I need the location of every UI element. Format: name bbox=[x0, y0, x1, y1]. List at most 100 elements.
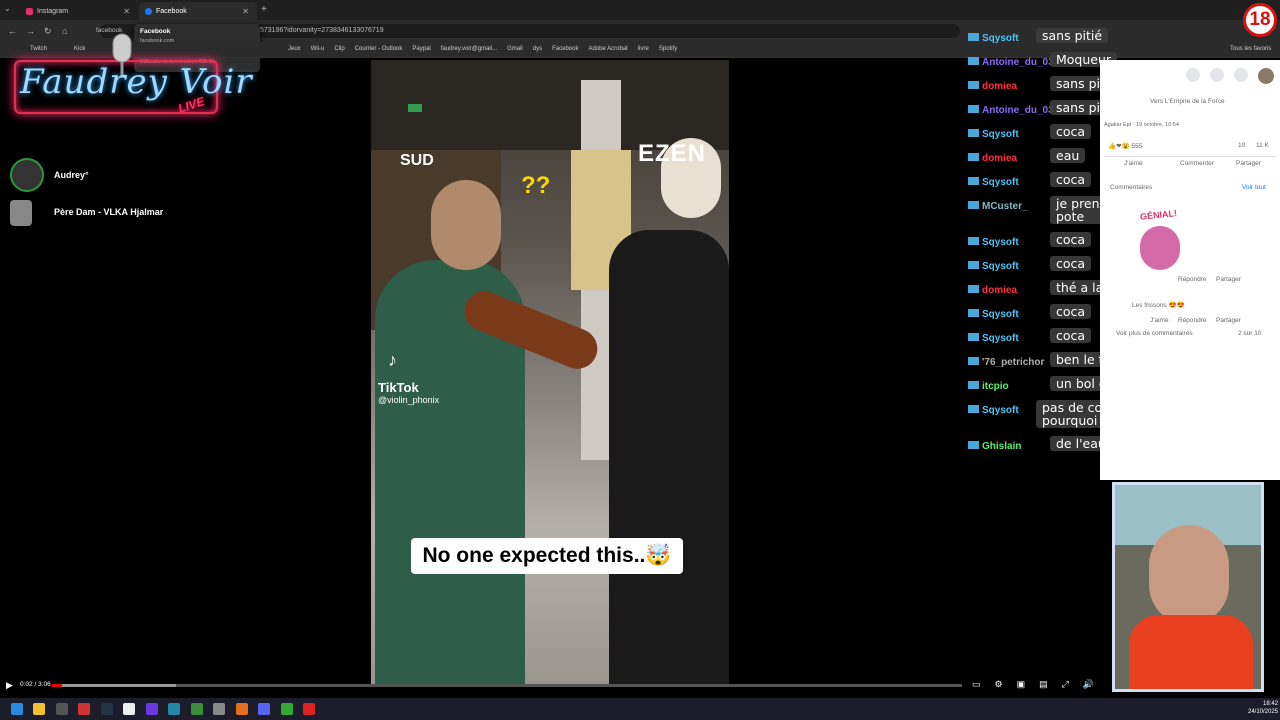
fb-sticker-image bbox=[1140, 226, 1180, 270]
tiktok-icon: ♪ bbox=[388, 350, 397, 370]
chat-message-text: sans pitié bbox=[1036, 28, 1109, 43]
tiktok-username: @violin_phonix bbox=[378, 395, 440, 405]
fb-sticker-text: GÉNIAL! bbox=[1139, 208, 1178, 222]
subtitles-icon[interactable]: ▭ bbox=[972, 679, 981, 690]
chat-badge-icon bbox=[968, 80, 979, 89]
bookmark-kick[interactable]: Kick bbox=[74, 46, 85, 52]
bookmark-adobe[interactable]: Adobe Acrobat bbox=[588, 46, 627, 52]
bookmark-facebook[interactable]: Facebook bbox=[552, 46, 578, 52]
back-icon[interactable]: ← bbox=[8, 26, 17, 36]
tab-list-chevron-icon[interactable]: ⌄ bbox=[4, 4, 16, 16]
chat-badge-icon bbox=[968, 404, 979, 413]
url-text: 573196?idorvanity=2738346133076719 bbox=[260, 27, 384, 34]
tab-label: Facebook bbox=[156, 7, 187, 15]
steam-icon[interactable] bbox=[100, 703, 113, 715]
clock-time: 18:42 bbox=[1263, 701, 1279, 707]
app-icon[interactable] bbox=[235, 703, 248, 715]
home-icon[interactable]: ⌂ bbox=[62, 26, 67, 36]
video-time: 0:02 / 3:06 bbox=[20, 681, 51, 688]
tab-instagram[interactable]: Instagram ✕ bbox=[20, 2, 138, 20]
tiktok-watermark: TikTok bbox=[378, 380, 419, 395]
theater-icon[interactable]: ▤ bbox=[1039, 679, 1048, 690]
app-icon[interactable] bbox=[123, 703, 135, 715]
fb-post-header[interactable]: Vers L'Empire de la Force bbox=[1150, 98, 1225, 105]
chat-badge-icon bbox=[968, 308, 979, 317]
messenger-icon[interactable] bbox=[1210, 68, 1224, 82]
bookmarks-list: Jeux Wii-u Clip Courrier - Outlook Paypa… bbox=[288, 46, 677, 52]
chat-badge-icon bbox=[968, 380, 979, 389]
bookmark-wii-u[interactable]: Wii-u bbox=[311, 46, 325, 52]
close-tab-icon[interactable]: ✕ bbox=[242, 7, 249, 16]
system-clock[interactable]: 18:42 24/10/2025 bbox=[1248, 700, 1278, 716]
chat-username: domiea bbox=[982, 153, 1018, 164]
notifications-icon[interactable] bbox=[1234, 68, 1248, 82]
fb-comments-count[interactable]: 10 bbox=[1238, 142, 1245, 149]
violinist-head bbox=[431, 180, 501, 270]
divider bbox=[1104, 156, 1276, 157]
fb-reply-link[interactable]: Répondre bbox=[1178, 276, 1207, 283]
bookmark-jeux[interactable]: Jeux bbox=[288, 46, 301, 52]
forward-icon[interactable]: → bbox=[26, 26, 35, 36]
store-sign-left: SUD bbox=[400, 152, 434, 169]
bookmark-clip[interactable]: Clip bbox=[334, 46, 344, 52]
bookmark-email[interactable]: faudrey.voir@gmail... bbox=[441, 46, 497, 52]
discord-icon[interactable] bbox=[258, 703, 270, 715]
fb-comment-reply-link[interactable]: Répondre bbox=[1178, 317, 1207, 324]
fb-more-comments-link[interactable]: Voir plus de commentaires bbox=[1116, 330, 1193, 337]
app-icon[interactable] bbox=[213, 703, 225, 715]
settings-icon[interactable]: ⚙ bbox=[995, 679, 1003, 690]
video-progress-fill bbox=[52, 684, 62, 687]
bookmark-paypal[interactable]: Paypal bbox=[412, 46, 430, 52]
play-icon[interactable]: ▶ bbox=[6, 680, 13, 691]
facebook-icon bbox=[145, 7, 152, 15]
bookmark-livre[interactable]: livre bbox=[638, 46, 649, 52]
taskbar bbox=[0, 698, 1280, 720]
menu-grid-icon[interactable] bbox=[1186, 68, 1200, 82]
app-icon[interactable] bbox=[55, 703, 68, 715]
chat-username: Sqysoft bbox=[982, 261, 1019, 272]
tab-facebook[interactable]: Facebook ✕ bbox=[139, 2, 257, 20]
bookmark-spotify[interactable]: Spotify bbox=[659, 46, 677, 52]
fb-share-button[interactable]: Partager bbox=[1236, 160, 1261, 167]
viewer-name: Audrey° bbox=[54, 170, 89, 180]
app-icon[interactable] bbox=[168, 703, 180, 715]
fb-comment-like-link[interactable]: J'aime bbox=[1150, 317, 1169, 324]
chat-username: Sqysoft bbox=[982, 405, 1019, 416]
fb-comments-title: Commentaires bbox=[1110, 184, 1153, 191]
chat-message-text: coca bbox=[1050, 172, 1092, 187]
fb-reactions[interactable]: 👍❤😮 555 bbox=[1108, 142, 1142, 150]
start-icon[interactable] bbox=[10, 703, 23, 715]
fb-like-button[interactable]: J'aime bbox=[1124, 160, 1143, 167]
close-tab-icon[interactable]: ✕ bbox=[123, 7, 130, 16]
bookmark-outlook[interactable]: Courrier - Outlook bbox=[355, 46, 403, 52]
app-icon[interactable] bbox=[78, 703, 90, 715]
bookmark-twitch[interactable]: Twitch bbox=[30, 46, 47, 52]
new-tab-icon[interactable]: + bbox=[261, 4, 267, 15]
avatar[interactable] bbox=[1258, 68, 1274, 84]
fullscreen-icon[interactable]: ⤢ bbox=[1062, 679, 1069, 690]
file-explorer-icon[interactable] bbox=[33, 703, 45, 715]
fb-comment-share-link[interactable]: Partager bbox=[1216, 317, 1241, 324]
chat-username: Antoine_du_03 bbox=[982, 57, 1054, 68]
volume-icon[interactable]: 🔊 bbox=[1083, 679, 1094, 690]
chat-username: Sqysoft bbox=[982, 333, 1019, 344]
question-marks: ?? bbox=[521, 172, 551, 199]
fb-share-link[interactable]: Partager bbox=[1216, 276, 1241, 283]
bookmark-gmail[interactable]: Gmail bbox=[507, 46, 523, 52]
fb-comment-button[interactable]: Commenter bbox=[1180, 160, 1214, 167]
app-icon[interactable] bbox=[280, 703, 293, 715]
reload-icon[interactable]: ↻ bbox=[44, 26, 52, 37]
chat-badge-icon bbox=[968, 104, 979, 113]
chrome-icon[interactable] bbox=[190, 703, 203, 715]
twitch-icon[interactable] bbox=[145, 703, 158, 715]
video-progress-bar[interactable] bbox=[52, 684, 962, 687]
violinist-right bbox=[609, 230, 729, 685]
bookmark-dys[interactable]: dys bbox=[533, 46, 542, 52]
avatar bbox=[10, 200, 32, 226]
video-buffered-bar bbox=[56, 684, 176, 687]
fb-see-all-link[interactable]: Voir tout bbox=[1242, 184, 1266, 191]
app-icon[interactable] bbox=[303, 703, 315, 715]
miniplayer-icon[interactable]: ▣ bbox=[1017, 679, 1026, 690]
chat-badge-icon bbox=[968, 332, 979, 341]
chat-badge-icon bbox=[968, 128, 979, 137]
